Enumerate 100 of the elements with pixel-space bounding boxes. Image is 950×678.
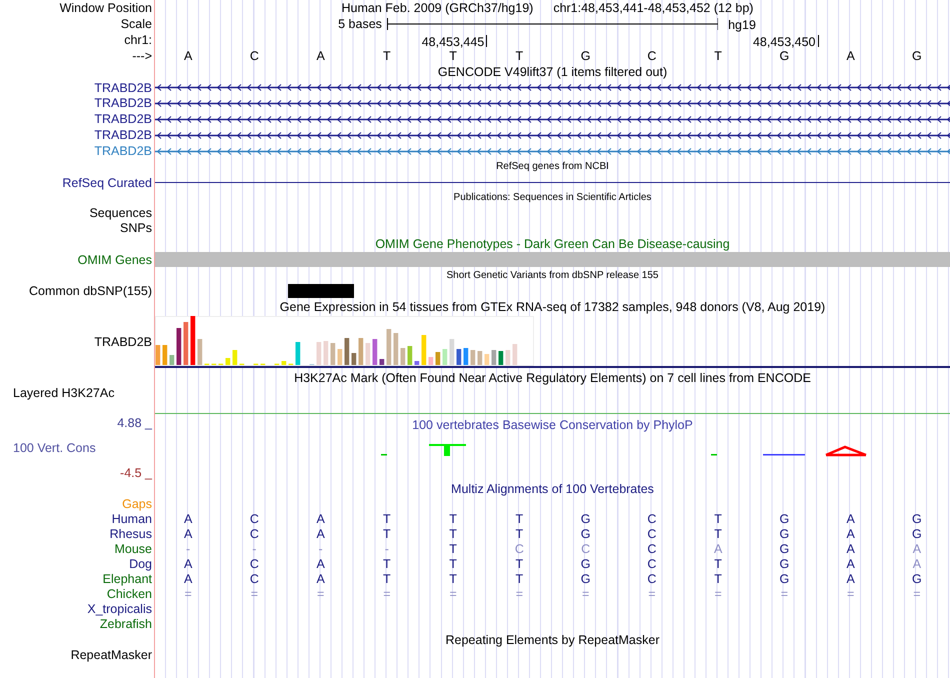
expression-bar bbox=[232, 350, 238, 365]
track-title: GENCODE V49lift37 (1 items filtered out) bbox=[438, 66, 668, 78]
base-letter: G bbox=[580, 50, 590, 62]
base-letter: G bbox=[780, 543, 790, 556]
expression-bar bbox=[456, 348, 462, 365]
base-letter: T bbox=[449, 573, 457, 586]
base-letter: = bbox=[846, 588, 854, 601]
base-letter: G bbox=[780, 573, 790, 586]
expression-bar bbox=[408, 346, 412, 365]
expression-bar bbox=[436, 352, 440, 365]
expression-bar bbox=[498, 350, 504, 365]
track-title: Short Genetic Variants from dbSNP release 155 bbox=[446, 270, 658, 281]
expression-bar bbox=[170, 354, 174, 365]
axis-min-label: -4.5 _ bbox=[120, 467, 152, 480]
expression-bar bbox=[358, 338, 364, 365]
base-letter: = bbox=[516, 588, 524, 601]
species-label: Elephant bbox=[102, 573, 152, 586]
base-letter: = bbox=[582, 588, 590, 601]
base-letter: T bbox=[714, 558, 722, 571]
expression-bar bbox=[478, 350, 482, 365]
base-letter: T bbox=[516, 573, 524, 586]
base-letter: - bbox=[186, 543, 190, 556]
species-label: Chicken bbox=[106, 588, 152, 601]
species-label: Mouse bbox=[114, 543, 152, 556]
base-letter: G bbox=[912, 573, 922, 586]
track-label: RepeatMasker bbox=[70, 649, 152, 662]
track-title: H3K27Ac Mark (Often Found Near Active Regulatory Elements) on 7 cell lines from ENCODE bbox=[294, 372, 811, 384]
base-letter: A bbox=[184, 513, 192, 526]
track-title: Repeating Elements by RepeatMasker bbox=[445, 634, 660, 646]
base-letter: C bbox=[250, 513, 259, 526]
expression-bar bbox=[414, 360, 420, 365]
base-letter: G bbox=[912, 528, 922, 541]
base-letter: C bbox=[514, 543, 524, 556]
base-letter: T bbox=[714, 513, 722, 526]
expression-bar bbox=[394, 332, 398, 365]
base-letter: T bbox=[714, 528, 722, 541]
assembly-name: Human Feb. 2009 (GRCh37/hg19) bbox=[342, 2, 534, 14]
track-label: RefSeq Curated bbox=[62, 176, 152, 190]
expression-bar bbox=[176, 328, 182, 365]
base-letter: A bbox=[316, 513, 325, 526]
base-letter: A bbox=[912, 558, 922, 571]
assembly-label: hg19 bbox=[728, 19, 756, 32]
base-letter: C bbox=[250, 573, 259, 586]
position-tick: 48,453,445 bbox=[422, 35, 488, 47]
base-letter: A bbox=[912, 543, 922, 556]
base-letter: A bbox=[714, 543, 722, 556]
expression-bar bbox=[506, 350, 510, 365]
expression-bar bbox=[184, 322, 188, 365]
base-letter: G bbox=[580, 513, 590, 526]
base-letter: - bbox=[252, 543, 256, 556]
expression-bar bbox=[492, 350, 496, 365]
base-letter: G bbox=[780, 558, 790, 571]
gene-label: TRABD2B bbox=[94, 113, 152, 126]
base-letter: A bbox=[846, 573, 855, 586]
base-letter: C bbox=[581, 543, 590, 556]
row-label: Window Position bbox=[60, 2, 152, 14]
base-letter: T bbox=[383, 573, 391, 586]
base-letter: A bbox=[846, 558, 855, 571]
track-label: 100 Vert. Cons bbox=[13, 442, 96, 455]
position-text: chr1:48,453,441-48,453,452 (12 bp) bbox=[553, 2, 754, 14]
strand-label: ---> bbox=[132, 50, 152, 62]
base-letter: T bbox=[516, 50, 524, 62]
track-label: Layered H3K27Ac bbox=[13, 386, 114, 400]
expression-bar bbox=[352, 352, 356, 365]
expression-bar bbox=[366, 342, 370, 365]
base-letter: A bbox=[184, 528, 192, 541]
base-letter: T bbox=[449, 513, 457, 526]
base-letter: T bbox=[383, 528, 391, 541]
expression-bar bbox=[316, 342, 322, 365]
track-label: OMIM Genes bbox=[78, 254, 152, 266]
base-letter: = bbox=[913, 588, 921, 601]
conservation-mark bbox=[824, 446, 868, 456]
base-letter: C bbox=[647, 528, 656, 541]
track-label: Common dbSNP(155) bbox=[29, 285, 152, 298]
axis-max-label: 4.88 _ bbox=[117, 416, 152, 430]
expression-bar bbox=[400, 348, 406, 365]
expression-bar bbox=[428, 356, 434, 365]
expression-bar bbox=[282, 360, 286, 365]
base-letter: A bbox=[846, 513, 855, 526]
base-letter: A bbox=[846, 543, 855, 556]
base-letter: - bbox=[318, 543, 323, 556]
base-letter: A bbox=[316, 528, 325, 541]
base-letter: C bbox=[250, 50, 259, 62]
conservation-mark bbox=[763, 454, 805, 456]
base-letter: T bbox=[449, 528, 457, 541]
expression-bar bbox=[226, 358, 230, 365]
base-letter: = bbox=[449, 588, 457, 601]
base-letter: = bbox=[780, 588, 788, 601]
base-letter: G bbox=[780, 50, 790, 62]
base-letter: A bbox=[184, 573, 192, 586]
base-letter: T bbox=[714, 50, 722, 62]
track-title: 100 vertebrates Basewise Conservation by PhyloP bbox=[412, 418, 693, 432]
track-title: RefSeq genes from NCBI bbox=[496, 162, 609, 172]
base-letter: C bbox=[647, 50, 656, 62]
expression-bar bbox=[442, 348, 448, 365]
track-label: SNPs bbox=[120, 222, 152, 235]
base-letter: T bbox=[516, 558, 524, 571]
expression-bar bbox=[450, 338, 454, 365]
base-letter: G bbox=[580, 573, 590, 586]
variant-bar[interactable] bbox=[288, 284, 354, 298]
